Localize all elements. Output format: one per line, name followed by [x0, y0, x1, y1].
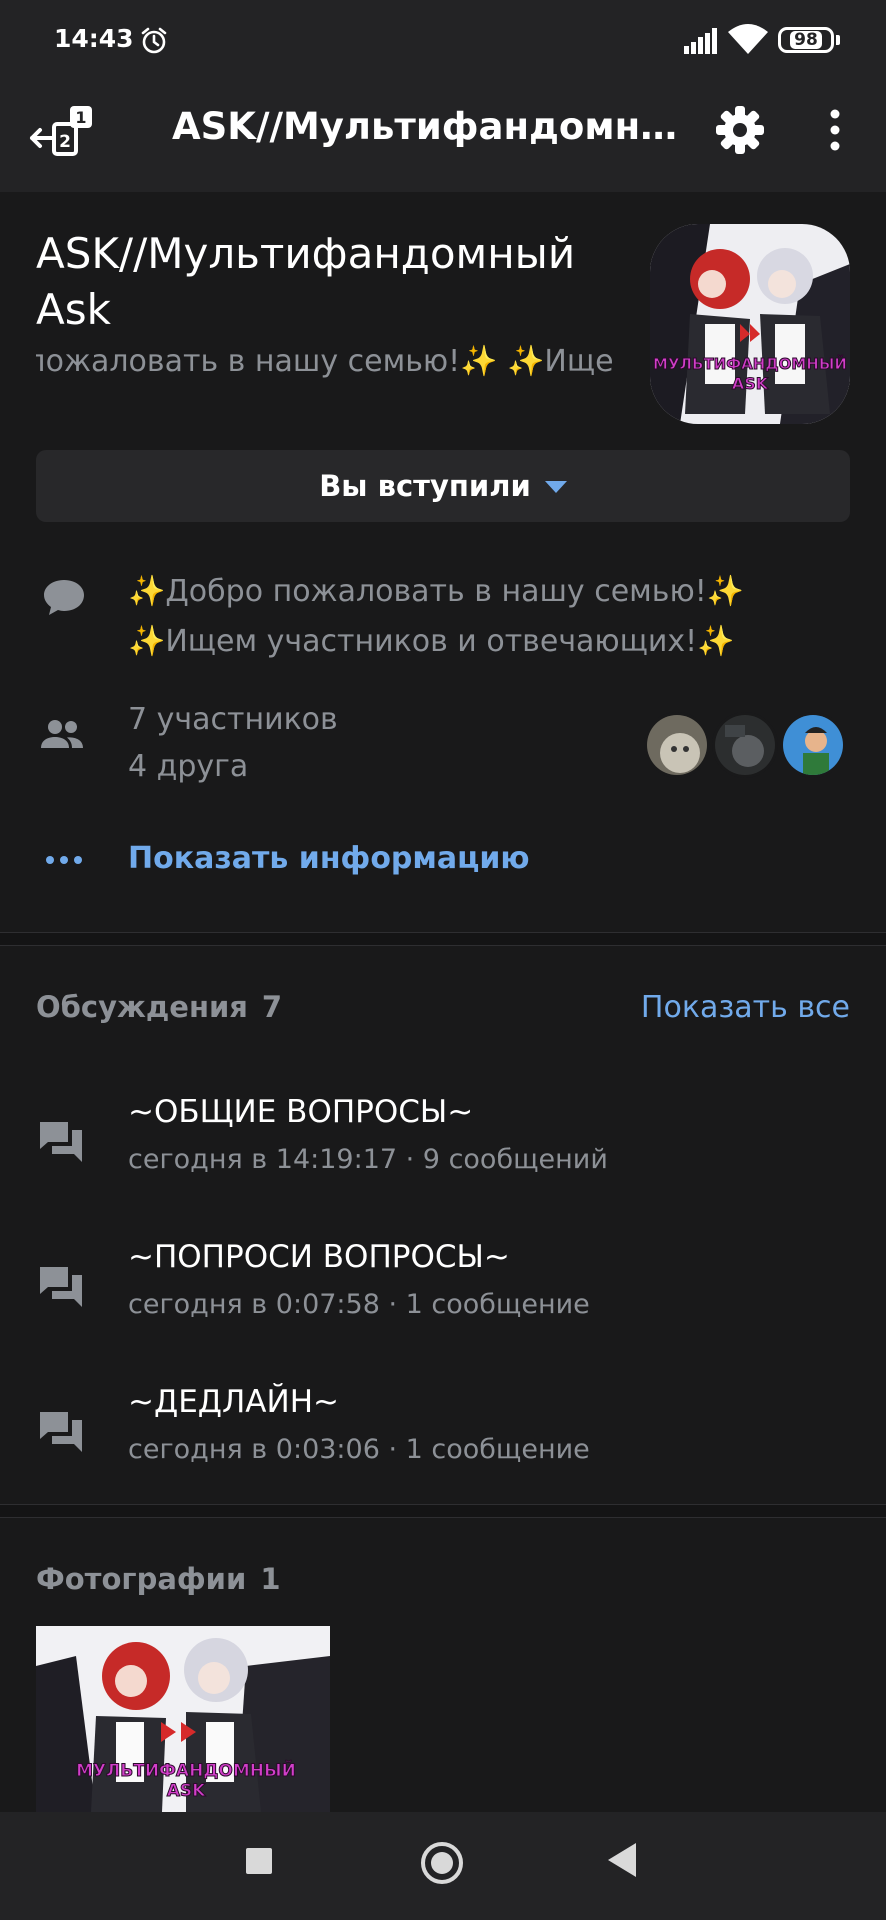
friend-avatar: [712, 712, 778, 778]
group-status: пожаловать в нашу семью!✨ ✨Ище: [36, 340, 612, 384]
battery-indicator: 98: [778, 27, 834, 53]
group-status-text: пожаловать в нашу семью!✨ ✨Ище: [36, 344, 612, 379]
photos-count: 1: [260, 1562, 281, 1596]
group-avatar[interactable]: МУЛЬТИФАНДОМНЫЙ ASK: [650, 224, 850, 424]
more-icon[interactable]: [815, 104, 855, 156]
friend-avatar: [780, 712, 846, 778]
discussion-title: ~ОБЩИЕ ВОПРОСЫ~: [128, 1094, 474, 1130]
discussion-title: ~ПОПРОСИ ВОПРОСЫ~: [128, 1239, 510, 1275]
show-info-link[interactable]: Показать информацию: [128, 834, 530, 884]
discussion-icon: [40, 1267, 82, 1307]
group-description: ✨Добро пожаловать в нашу семью!✨ ✨Ищем у…: [128, 567, 768, 667]
svg-text:МУЛЬТИФАНДОМНЫЙ: МУЛЬТИФАНДОМНЫЙ: [76, 1759, 296, 1781]
header-title: ASK//Мультифандомны...: [172, 105, 682, 148]
svg-text:2: 2: [59, 132, 71, 152]
photos-heading[interactable]: Фотографии 1: [36, 1562, 281, 1596]
discussions-count: 7: [261, 990, 283, 1024]
discussion-meta: сегодня в 0:03:06 · 1 сообщение: [128, 1434, 590, 1465]
caret-down-icon: [544, 481, 567, 493]
discussion-meta: сегодня в 0:07:58 · 1 сообщение: [128, 1289, 590, 1320]
photo-thumbnail-image: МУЛЬТИФАНДОМНЫЙ ASK: [36, 1626, 330, 1812]
status-bar: 14:43 98: [0, 0, 886, 82]
photos-heading-label: Фотографии: [36, 1562, 247, 1596]
friend-avatars[interactable]: [644, 712, 854, 778]
discussion-title: ~ДЕДЛАЙН~: [128, 1384, 339, 1420]
app-header: 2 1 ASK//Мультифандомны...: [0, 82, 886, 192]
svg-text:МУЛЬТИФАНДОМНЫЙ: МУЛЬТИФАНДОМНЫЙ: [653, 354, 847, 373]
discussion-icon: [40, 1412, 82, 1452]
status-time: 14:43: [54, 24, 134, 53]
description-line-2: ✨Ищем участников и отвечающих!✨: [128, 624, 735, 659]
more-horizontal-icon: [46, 856, 82, 864]
group-name: ASK//Мультифандомный Ask: [36, 229, 576, 334]
signal-icon: [684, 28, 717, 54]
members-icon: [41, 720, 83, 748]
description-line-1: ✨Добро пожаловать в нашу семью!✨: [128, 574, 745, 609]
membership-button[interactable]: Вы вступили: [36, 450, 850, 522]
discussion-item[interactable]: ~ДЕДЛАЙН~ сегодня в 0:03:06 · 1 сообщени…: [0, 1380, 886, 1520]
membership-label: Вы вступили: [319, 469, 531, 503]
section-divider: [0, 1504, 886, 1518]
discussion-item[interactable]: ~ПОПРОСИ ВОПРОСЫ~ сегодня в 0:07:58 · 1 …: [0, 1235, 886, 1375]
system-nav-bar: [0, 1812, 886, 1920]
wifi-icon: [728, 24, 768, 54]
members-count[interactable]: 7 участников: [128, 698, 338, 742]
svg-text:ASK: ASK: [732, 374, 769, 393]
section-divider: [0, 932, 886, 946]
friends-count[interactable]: 4 друга: [128, 745, 248, 789]
recents-icon[interactable]: [246, 1848, 272, 1874]
description-icon: [44, 580, 84, 615]
discussions-heading[interactable]: Обсуждения 7: [36, 990, 282, 1024]
discussions-heading-label: Обсуждения: [36, 990, 248, 1024]
discussion-icon: [40, 1122, 82, 1162]
battery-level: 98: [790, 31, 822, 49]
photo-thumbnail[interactable]: МУЛЬТИФАНДОМНЫЙ ASK: [36, 1626, 330, 1812]
home-icon[interactable]: [421, 1842, 463, 1884]
battery-tip: [836, 35, 840, 45]
discussion-meta: сегодня в 14:19:17 · 9 сообщений: [128, 1144, 608, 1175]
group-avatar-image: МУЛЬТИФАНДОМНЫЙ ASK: [650, 224, 850, 424]
exit-badge: 1: [75, 108, 86, 127]
discussion-item[interactable]: ~ОБЩИЕ ВОПРОСЫ~ сегодня в 14:19:17 · 9 с…: [0, 1090, 886, 1230]
svg-text:ASK: ASK: [167, 1781, 206, 1801]
settings-icon[interactable]: [714, 104, 766, 156]
exit-icon[interactable]: 2 1: [28, 100, 96, 162]
back-icon[interactable]: [608, 1843, 636, 1877]
alarm-icon: [141, 27, 167, 54]
friend-avatar: [644, 712, 710, 778]
show-all-discussions-link[interactable]: Показать все: [641, 990, 850, 1025]
